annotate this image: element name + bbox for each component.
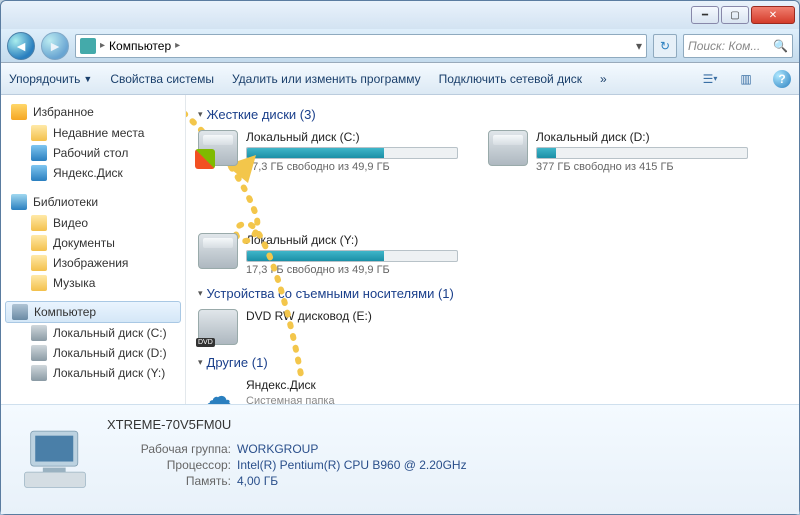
hard-drive[interactable]: Локальный диск (D:) 377 ГБ свободно из 41…: [488, 130, 748, 173]
desktop-icon: [31, 145, 47, 161]
drive-icon: [31, 365, 47, 381]
cloud-icon: [31, 165, 47, 181]
dvd-icon: [198, 309, 238, 345]
address-segment[interactable]: Компьютер: [109, 39, 171, 53]
search-placeholder: Поиск: Ком...: [688, 39, 760, 53]
sidebar-favorites[interactable]: Избранное: [1, 101, 185, 123]
drive-icon: [488, 130, 528, 166]
dvd-drive[interactable]: DVD RW дисковод (E:): [198, 309, 458, 345]
libraries-icon: [11, 194, 27, 210]
section-other[interactable]: ▾ Другие (1): [198, 355, 787, 370]
help-icon[interactable]: ?: [773, 70, 791, 88]
capacity-bar: [246, 147, 458, 159]
section-hard-drives[interactable]: ▾ Жесткие диски (3): [198, 107, 787, 122]
folder-icon: [31, 235, 47, 251]
hard-drive[interactable]: Локальный диск (Y:) 17,3 ГБ свободно из 4…: [198, 233, 458, 276]
sidebar-recent-places[interactable]: Недавние места: [1, 123, 185, 143]
navigation-pane: Избранное Недавние места Рабочий стол Ян…: [1, 95, 186, 404]
sidebar-drive-y[interactable]: Локальный диск (Y:): [1, 363, 185, 383]
content-pane: ▾ Жесткие диски (3) Локальный диск (C:) 1…: [186, 95, 799, 404]
drive-label: DVD RW дисковод (E:): [246, 309, 458, 323]
maximize-button[interactable]: ▢: [721, 6, 749, 24]
cloud-icon: ☁: [198, 378, 238, 404]
drive-icon: [198, 233, 238, 269]
collapse-icon: ▾: [198, 109, 203, 120]
organize-menu[interactable]: Упорядочить▼: [9, 72, 92, 86]
toolbar-overflow[interactable]: »: [600, 72, 607, 86]
preview-pane-icon[interactable]: ▥: [737, 70, 755, 88]
drive-free-text: 17,3 ГБ свободно из 49,9 ГБ: [246, 264, 458, 276]
chevron-right-icon: ▸: [100, 40, 105, 51]
drive-icon: [31, 325, 47, 341]
sidebar-documents[interactable]: Документы: [1, 233, 185, 253]
capacity-bar: [246, 250, 458, 262]
computer-icon: [12, 304, 28, 320]
sidebar-drive-c[interactable]: Локальный диск (C:): [1, 323, 185, 343]
drive-icon: [198, 130, 238, 166]
drive-icon: [31, 345, 47, 361]
minimize-button[interactable]: ━: [691, 6, 719, 24]
sidebar-music[interactable]: Музыка: [1, 273, 185, 293]
folder-icon: [31, 215, 47, 231]
cpu-value: Intel(R) Pentium(R) CPU B960 @ 2.20GHz: [237, 458, 467, 472]
folder-icon: [31, 255, 47, 271]
drive-free-text: 17,3 ГБ свободно из 49,9 ГБ: [246, 161, 458, 173]
workgroup-value: WORKGROUP: [237, 442, 318, 456]
workgroup-label: Рабочая группа:: [107, 442, 237, 456]
close-button[interactable]: ✕: [751, 6, 795, 24]
ram-value: 4,00 ГБ: [237, 474, 278, 488]
dropdown-icon[interactable]: ▾: [636, 39, 642, 53]
toolbar: Упорядочить▼ Свойства системы Удалить ил…: [1, 63, 799, 95]
collapse-icon: ▾: [198, 357, 203, 368]
back-button[interactable]: ◄: [7, 32, 35, 60]
capacity-bar: [536, 147, 748, 159]
section-removable[interactable]: ▾ Устройства со съемными носителями (1): [198, 286, 787, 301]
drive-free-text: 377 ГБ свободно из 415 ГБ: [536, 161, 748, 173]
computer-icon: [80, 38, 96, 54]
folder-icon: [31, 125, 47, 141]
sidebar-videos[interactable]: Видео: [1, 213, 185, 233]
folder-subtext: Системная папка: [246, 395, 458, 404]
ram-label: Память:: [107, 474, 237, 488]
drive-label: Локальный диск (C:): [246, 130, 458, 144]
titlebar: ━ ▢ ✕: [1, 1, 799, 29]
chevron-right-icon: ▸: [175, 40, 180, 51]
search-icon: 🔍: [773, 39, 788, 53]
refresh-button[interactable]: ↻: [653, 34, 677, 58]
hard-drive[interactable]: Локальный диск (C:) 17,3 ГБ свободно из 4…: [198, 130, 458, 173]
drive-label: Локальный диск (D:): [536, 130, 748, 144]
computer-name: XTREME-70V5FM0U: [107, 417, 785, 432]
view-options-icon[interactable]: ☰▾: [701, 70, 719, 88]
uninstall-program-button[interactable]: Удалить или изменить программу: [232, 72, 421, 86]
sidebar-drive-d[interactable]: Локальный диск (D:): [1, 343, 185, 363]
address-row: ◄ ► ▸ Компьютер ▸ ▾ ↻ Поиск: Ком... 🔍: [1, 29, 799, 63]
sidebar-yandex-disk[interactable]: Яндекс.Диск: [1, 163, 185, 183]
drive-label: Локальный диск (Y:): [246, 233, 458, 247]
details-pane: XTREME-70V5FM0U Рабочая группа: WORKGROU…: [1, 404, 799, 514]
sidebar-pictures[interactable]: Изображения: [1, 253, 185, 273]
search-input[interactable]: Поиск: Ком... 🔍: [683, 34, 793, 58]
system-properties-button[interactable]: Свойства системы: [110, 72, 214, 86]
collapse-icon: ▾: [198, 288, 203, 299]
map-network-drive-button[interactable]: Подключить сетевой диск: [439, 72, 582, 86]
star-icon: [11, 104, 27, 120]
folder-icon: [31, 275, 47, 291]
folder-label: Яндекс.Диск: [246, 378, 458, 392]
computer-large-icon: [15, 420, 95, 500]
cpu-label: Процессор:: [107, 458, 237, 472]
sidebar-desktop[interactable]: Рабочий стол: [1, 143, 185, 163]
sidebar-libraries[interactable]: Библиотеки: [1, 191, 185, 213]
forward-button[interactable]: ►: [41, 32, 69, 60]
address-bar[interactable]: ▸ Компьютер ▸ ▾: [75, 34, 647, 58]
sidebar-computer[interactable]: Компьютер: [5, 301, 181, 323]
yandex-disk-folder[interactable]: ☁ Яндекс.Диск Системная папка: [198, 378, 458, 404]
